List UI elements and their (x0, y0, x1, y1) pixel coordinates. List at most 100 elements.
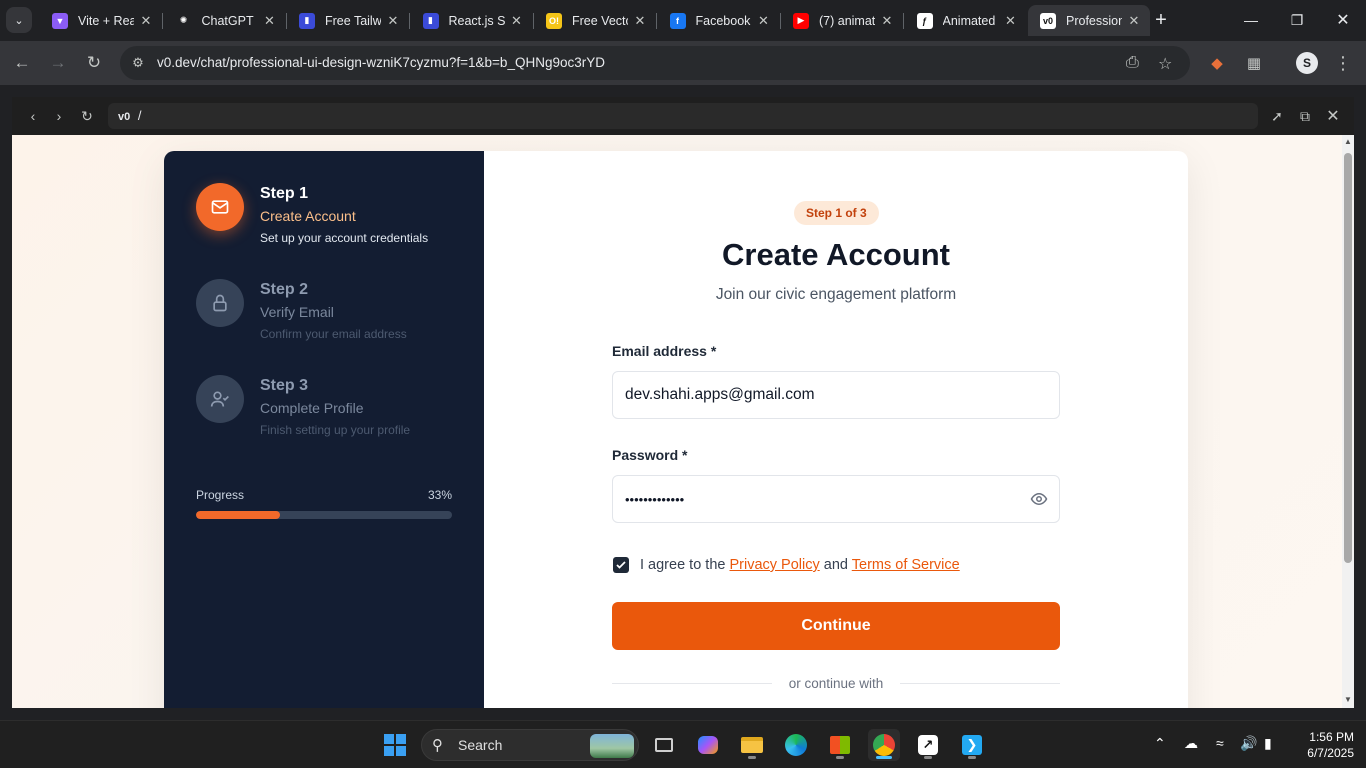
copilot-icon[interactable] (692, 729, 724, 761)
metamask-extension-icon[interactable]: ◆ (1206, 52, 1228, 74)
step-subtitle: Complete Profile (260, 400, 364, 416)
browser-tab[interactable]: v0 Professional ✕ (1028, 5, 1150, 36)
new-tab-button[interactable]: + (1149, 8, 1173, 32)
close-tab-icon[interactable]: ✕ (879, 13, 895, 29)
agree-checkbox[interactable] (613, 557, 629, 573)
privacy-policy-link[interactable]: Privacy Policy (729, 557, 819, 573)
profile-avatar[interactable]: S (1296, 52, 1318, 74)
scroll-down-arrow[interactable]: ▼ (1344, 695, 1352, 704)
windows-logo-icon (384, 734, 406, 756)
tab-search-button[interactable]: ⌄ (6, 7, 32, 33)
tab-title: Professional (1066, 13, 1122, 28)
close-tab-icon[interactable]: ✕ (138, 13, 154, 29)
back-button[interactable]: ← (9, 50, 35, 76)
step-subtitle: Create Account (260, 208, 356, 224)
close-window-button[interactable]: ✕ (1320, 0, 1366, 40)
preview-url-bar[interactable]: v0 / (108, 103, 1258, 129)
signup-card: Step 1 Create Account Set up your account … (164, 151, 1188, 708)
continue-button[interactable]: Continue (612, 602, 1060, 650)
chrome-icon[interactable] (868, 729, 900, 761)
show-password-eye-icon[interactable] (1030, 490, 1048, 508)
lock-icon (196, 279, 244, 327)
active-indicator (876, 756, 892, 759)
tab-separator (162, 13, 163, 29)
forward-button[interactable]: → (45, 50, 71, 76)
scroll-thumb[interactable] (1344, 153, 1352, 563)
close-tab-icon[interactable]: ✕ (1003, 13, 1019, 29)
battery-icon[interactable]: ▮ (1264, 735, 1272, 752)
preview-back-icon[interactable]: ‹ (24, 107, 42, 125)
form-title: Create Account (722, 237, 950, 272)
url-text[interactable]: v0.dev/chat/professional-ui-design-wzniK… (157, 55, 605, 70)
password-input[interactable] (612, 475, 1060, 523)
bookmark-star-icon[interactable]: ☆ (1158, 54, 1172, 74)
terms-of-service-link[interactable]: Terms of Service (852, 557, 960, 573)
viewport-frame (0, 85, 1366, 97)
browser-tab[interactable]: ▼ Vite + React ✕ (40, 5, 162, 36)
show-hidden-icons-chevron-icon[interactable]: ⌃ (1154, 735, 1166, 752)
browser-tab[interactable]: f Facebook ✕ (658, 5, 780, 36)
site-info-icon[interactable]: ⚙ (128, 53, 148, 73)
extensions-puzzle-icon[interactable]: ▦ (1243, 52, 1265, 74)
vite-icon: ▼ (52, 12, 68, 29)
browser-tab[interactable]: O! Free Vector ✕ (534, 5, 656, 36)
microsoft-store-icon[interactable] (824, 729, 856, 761)
start-button[interactable] (379, 729, 411, 761)
reload-button[interactable]: ↻ (81, 50, 107, 76)
edge-browser-icon[interactable] (780, 729, 812, 761)
viewport-frame-left (0, 85, 12, 710)
framer-icon: ƒ (916, 12, 933, 29)
browser-tab-strip: ⌄ ▼ Vite + React ✕ ✺ ChatGPT ✕ ▮ Free Tailwind ✕… (0, 0, 1366, 41)
taskbar-search-label: Search (458, 737, 503, 753)
browser-tab[interactable]: ▮ Free Tailwind ✕ (287, 5, 409, 36)
inkscape-app-icon[interactable]: ↗ (912, 729, 944, 761)
install-app-icon[interactable]: ⎙ (1126, 54, 1139, 72)
browser-menu-icon[interactable]: ⋮ (1332, 52, 1354, 74)
close-tab-icon[interactable]: ✕ (385, 13, 401, 29)
browser-tab[interactable]: ▶ (7) animated ✕ (781, 5, 903, 36)
onedrive-cloud-icon[interactable]: ☁ (1184, 735, 1198, 752)
search-highlight-image (590, 734, 634, 758)
agree-and: and (823, 557, 848, 573)
inspect-cursor-icon[interactable]: ➚ (1268, 107, 1286, 125)
volume-icon[interactable]: 🔊 (1240, 735, 1257, 752)
scroll-up-arrow[interactable]: ▲ (1344, 137, 1352, 146)
browser-toolbar: ← → ↻ ⚙ v0.dev/chat/professional-ui-desi… (0, 41, 1366, 85)
close-tab-icon[interactable]: ✕ (262, 13, 278, 29)
viewport-frame-right (1354, 85, 1366, 710)
wifi-icon[interactable]: ≈ (1216, 735, 1224, 751)
email-input[interactable] (612, 371, 1060, 419)
tab-title: Vite + React (78, 13, 134, 28)
tab-title: (7) animated (819, 13, 875, 28)
close-preview-icon[interactable]: ✕ (1324, 107, 1342, 125)
step-item-3: Step 3 Complete Profile Finish setting up … (196, 375, 476, 455)
step-item-2: Step 2 Verify Email Confirm your email add… (196, 279, 476, 359)
taskbar-search[interactable]: ⚲ Search (421, 729, 639, 761)
close-tab-icon[interactable]: ✕ (1126, 13, 1142, 29)
taskbar-clock[interactable]: 1:56 PM 6/7/2025 (1290, 729, 1354, 761)
progress-label: Progress (196, 488, 245, 502)
preview-forward-icon[interactable]: › (50, 107, 68, 125)
tab-title: Free Vector (572, 13, 628, 28)
v0-icon: v0 (1040, 12, 1056, 29)
signup-form: Step 1 of 3 Create Account Join our civi… (484, 151, 1188, 708)
browser-tab[interactable]: ƒ Animated ✕ (905, 5, 1027, 36)
address-bar[interactable]: ⚙ v0.dev/chat/professional-ui-design-wzn… (120, 46, 1190, 80)
close-tab-icon[interactable]: ✕ (632, 13, 648, 29)
browser-tab[interactable]: ▮ React.js Sidebar ✕ (411, 5, 533, 36)
page-scrollbar[interactable]: ▲ ▼ (1342, 135, 1354, 708)
browser-tab[interactable]: ✺ ChatGPT ✕ (164, 5, 286, 36)
vscode-icon[interactable]: ❯ (956, 729, 988, 761)
step-description: Set up your account credentials (260, 231, 429, 245)
open-new-window-icon[interactable]: ⧉ (1296, 107, 1314, 125)
restore-button[interactable]: ❐ (1274, 0, 1320, 40)
tab-title: ChatGPT (201, 13, 254, 28)
close-tab-icon[interactable]: ✕ (756, 13, 772, 29)
preview-refresh-icon[interactable]: ↻ (78, 107, 96, 125)
minimize-button[interactable]: — (1228, 0, 1274, 40)
file-explorer-icon[interactable] (736, 729, 768, 761)
preview-toolbar: ‹ › ↻ v0 / ➚ ⧉ ✕ (12, 97, 1354, 135)
close-tab-icon[interactable]: ✕ (509, 13, 525, 29)
checkmark-icon (616, 561, 626, 569)
task-view-icon[interactable] (648, 729, 680, 761)
